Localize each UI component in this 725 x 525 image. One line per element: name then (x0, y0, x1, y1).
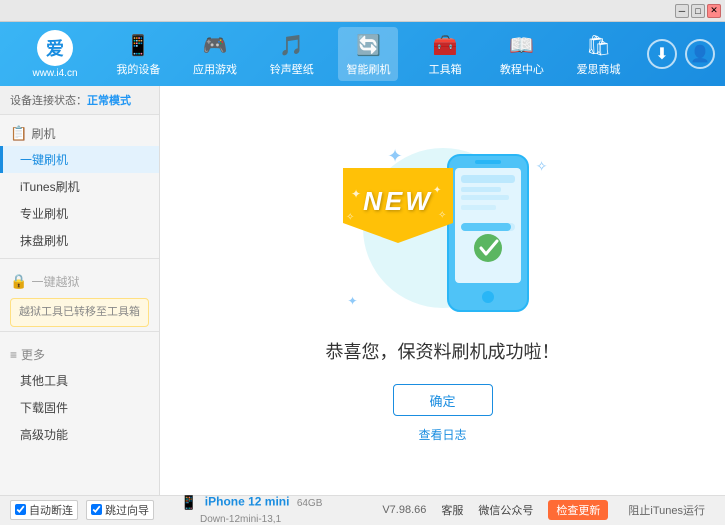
view-log-link[interactable]: 查看日志 (418, 426, 466, 443)
jailbreak-section: 🔒 一键越狱 越狱工具已转移至工具箱 (0, 263, 159, 327)
sparkle-3: ✦ (348, 294, 358, 308)
smart-flash-label: 智能刷机 (346, 61, 390, 77)
toolbox-icon: 🧰 (431, 31, 459, 59)
sidebar-item-download-firmware[interactable]: 下载固件 (0, 394, 159, 421)
flash-section-icon: 📋 (10, 125, 27, 142)
tutorial-icon: 📖 (508, 31, 536, 59)
close-button[interactable]: ✕ (707, 4, 721, 18)
device-system: Down-12mini-13,1 (180, 514, 281, 525)
confirm-button[interactable]: 确定 (393, 384, 493, 416)
my-device-label: 我的设备 (116, 61, 160, 77)
sidebar-item-one-key-flash[interactable]: 一键刷机 (0, 146, 159, 173)
more-section-header: ≡ 更多 (0, 342, 159, 367)
header: 爱 www.i4.cn 📱 我的设备 🎮 应用游戏 🎵 铃声壁纸 🔄 智能刷机 … (0, 22, 725, 86)
service-link[interactable]: 客服 (441, 502, 463, 518)
bottom-left: 自动断连 跳过向导 (10, 500, 170, 520)
toolbox-label: 工具箱 (429, 61, 462, 77)
more-label: 更多 (21, 346, 45, 363)
sparkle-1: ✦ (388, 146, 403, 167)
svg-text:✧: ✧ (346, 212, 354, 223)
window-controls: ─ □ ✕ (675, 4, 721, 18)
user-button[interactable]: 👤 (685, 39, 715, 69)
jailbreak-section-header: 🔒 一键越狱 (0, 269, 159, 294)
nav-apps-games[interactable]: 🎮 应用游戏 (185, 27, 245, 81)
bottom-right: V7.98.66 客服 微信公众号 检查更新 (382, 500, 608, 520)
mall-icon: 🛍 (585, 31, 613, 59)
wechat-link[interactable]: 微信公众号 (478, 502, 533, 518)
nav-mall[interactable]: 🛍 爱思商城 (569, 27, 629, 81)
content-area: ✦ ✦ NEW ✧ ✧ ✦ ✧ ✦ 恭喜您，保资料刷机成功啦！ 确定 查看日志 (160, 86, 725, 495)
phone-image (443, 153, 533, 316)
flash-section-label: 刷机 (31, 125, 55, 142)
device-name: iPhone 12 mini (205, 495, 290, 509)
tutorial-label: 教程中心 (500, 61, 544, 77)
device-info: 📱 iPhone 12 mini 64GB Down-12mini-13,1 (170, 494, 382, 525)
sidebar-item-wipe-flash[interactable]: 抹盘刷机 (0, 227, 159, 254)
stop-itunes-button[interactable]: 阻止iTunes运行 (618, 499, 715, 521)
sidebar-item-pro-flash[interactable]: 专业刷机 (0, 200, 159, 227)
main-area: 设备连接状态：正常模式 📋 刷机 一键刷机 iTunes刷机 专业刷机 抹盘刷机… (0, 86, 725, 495)
lock-icon: 🔒 (10, 273, 27, 290)
ringtone-label: 铃声壁纸 (270, 61, 314, 77)
auto-disconnect-input[interactable] (15, 504, 26, 515)
apps-games-icon: 🎮 (201, 31, 229, 59)
nav-toolbox[interactable]: 🧰 工具箱 (415, 27, 475, 81)
svg-text:NEW: NEW (363, 186, 433, 216)
jailbreak-notice: 越狱工具已转移至工具箱 (10, 298, 149, 327)
nav-my-device[interactable]: 📱 我的设备 (108, 27, 168, 81)
skip-wizard-checkbox[interactable]: 跳过向导 (86, 500, 154, 520)
skip-wizard-label: 跳过向导 (105, 502, 149, 518)
nav-bar: 📱 我的设备 🎮 应用游戏 🎵 铃声壁纸 🔄 智能刷机 🧰 工具箱 📖 教程中心… (100, 27, 637, 81)
skip-wizard-input[interactable] (91, 504, 102, 515)
more-section: ≡ 更多 其他工具 下载固件 高级功能 (0, 336, 159, 448)
jailbreak-label: 一键越狱 (31, 273, 79, 290)
status-value: 正常模式 (87, 95, 131, 107)
svg-text:✦: ✦ (433, 185, 441, 196)
nav-tutorial[interactable]: 📖 教程中心 (492, 27, 552, 81)
auto-disconnect-checkbox[interactable]: 自动断连 (10, 500, 78, 520)
minimize-button[interactable]: ─ (675, 4, 689, 18)
sparkle-2: ✧ (536, 158, 548, 175)
success-message: 恭喜您，保资料刷机成功啦！ (326, 338, 560, 364)
svg-text:✦: ✦ (351, 187, 361, 201)
sidebar-item-advanced[interactable]: 高级功能 (0, 421, 159, 448)
flash-section-header: 📋 刷机 (0, 121, 159, 146)
divider-2 (0, 331, 159, 332)
maximize-button[interactable]: □ (691, 4, 705, 18)
my-device-icon: 📱 (124, 31, 152, 59)
apps-games-label: 应用游戏 (193, 61, 237, 77)
status-prefix: 设备连接状态： (10, 95, 87, 107)
download-button[interactable]: ⬇ (647, 39, 677, 69)
new-banner: ✦ ✦ NEW ✧ ✧ (343, 168, 453, 246)
device-storage: 64GB (297, 498, 323, 509)
logo-area: 爱 www.i4.cn (10, 30, 100, 79)
flash-section: 📋 刷机 一键刷机 iTunes刷机 专业刷机 抹盘刷机 (0, 115, 159, 254)
device-status-bar: 设备连接状态：正常模式 (0, 86, 159, 115)
bottom-bar: 自动断连 跳过向导 📱 iPhone 12 mini 64GB Down-12m… (0, 495, 725, 523)
sidebar: 设备连接状态：正常模式 📋 刷机 一键刷机 iTunes刷机 专业刷机 抹盘刷机… (0, 86, 160, 495)
more-icon: ≡ (10, 348, 17, 362)
logo-icon: 爱 (37, 30, 73, 66)
version-label: V7.98.66 (382, 504, 426, 516)
nav-ringtone[interactable]: 🎵 铃声壁纸 (262, 27, 322, 81)
update-button[interactable]: 检查更新 (548, 500, 608, 520)
svg-text:✧: ✧ (438, 210, 446, 221)
device-phone-icon: 📱 (180, 494, 197, 510)
mall-label: 爱思商城 (577, 61, 621, 77)
sidebar-item-other-tools[interactable]: 其他工具 (0, 367, 159, 394)
title-bar: ─ □ ✕ (0, 0, 725, 22)
ringtone-icon: 🎵 (278, 31, 306, 59)
logo-url: www.i4.cn (32, 68, 77, 79)
header-right: ⬇ 👤 (647, 39, 715, 69)
smart-flash-icon: 🔄 (354, 31, 382, 59)
success-illustration: ✦ ✦ NEW ✧ ✧ ✦ ✧ ✦ (333, 138, 553, 338)
divider-1 (0, 258, 159, 259)
nav-smart-flash[interactable]: 🔄 智能刷机 (338, 27, 398, 81)
sidebar-item-itunes-flash[interactable]: iTunes刷机 (0, 173, 159, 200)
auto-disconnect-label: 自动断连 (29, 502, 73, 518)
